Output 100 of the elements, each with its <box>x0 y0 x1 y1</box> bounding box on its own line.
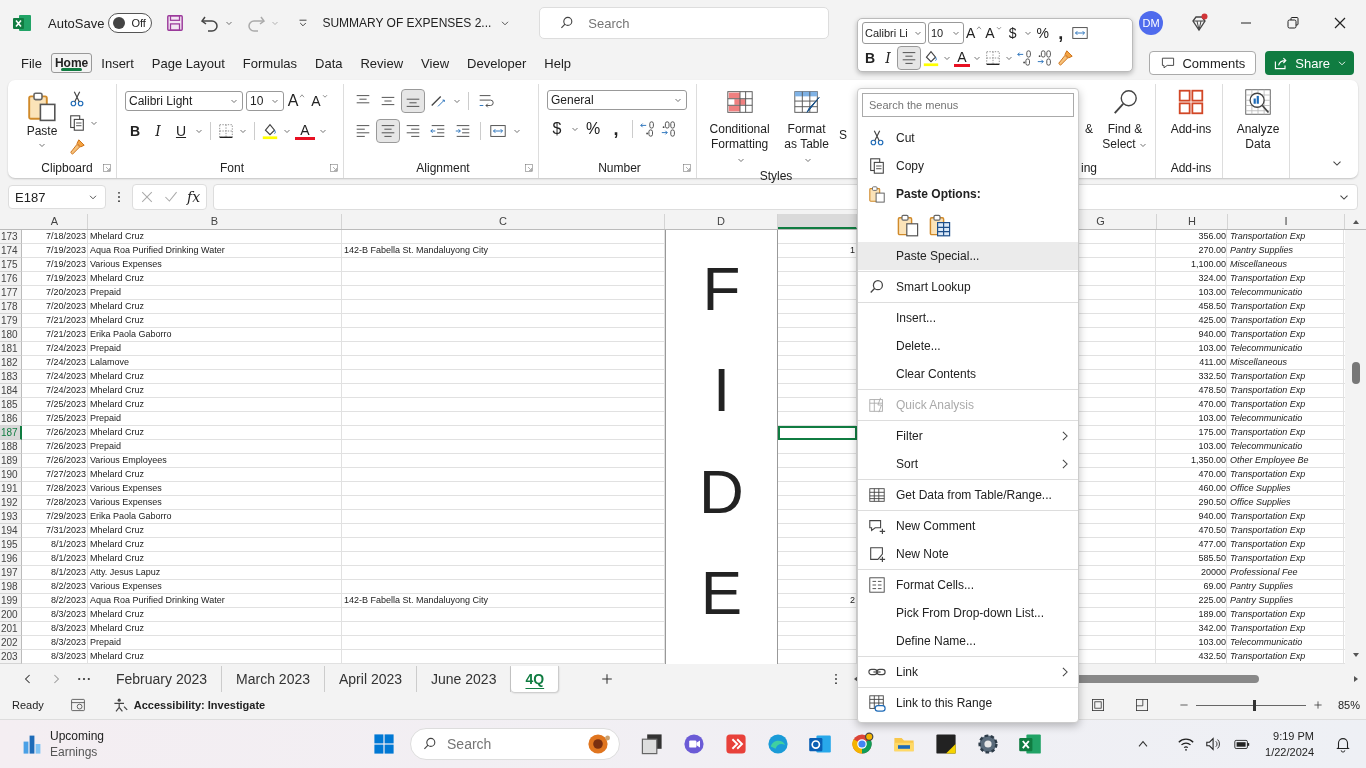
document-title[interactable]: SUMMARY OF EXPENSES 2... <box>322 16 512 30</box>
column-header[interactable] <box>778 214 857 229</box>
row-number[interactable]: 200 <box>0 608 22 622</box>
sheet-tab[interactable]: February 2023 <box>102 666 223 692</box>
decrease-decimal-icon[interactable] <box>660 120 678 138</box>
row-number[interactable]: 196 <box>0 552 22 566</box>
bold-button[interactable]: B <box>125 120 145 142</box>
column-header[interactable]: B <box>88 214 342 229</box>
row-number[interactable]: 202 <box>0 636 22 650</box>
share-button[interactable]: Share <box>1265 51 1354 75</box>
scroll-thumb[interactable] <box>1352 362 1360 384</box>
find-select-button[interactable]: Find & Select <box>1099 86 1151 152</box>
gear-icon[interactable] <box>976 732 1001 756</box>
spreadsheet-icon[interactable] <box>1018 732 1043 756</box>
sheet-tab[interactable]: March 2023 <box>222 666 325 692</box>
row-number[interactable]: 187 <box>0 426 22 440</box>
currency-button[interactable]: $ <box>547 118 567 140</box>
decrease-decimal-icon[interactable] <box>1036 49 1054 67</box>
clock-time[interactable]: 9:19 PM <box>1273 728 1314 744</box>
row-number[interactable]: 190 <box>0 468 22 482</box>
font-name-dropdown[interactable]: Calibri Li <box>862 22 926 44</box>
menu-item[interactable]: New Comment <box>858 512 1078 540</box>
row-number[interactable]: 194 <box>0 524 22 538</box>
menu-item[interactable]: Format Cells... <box>858 571 1078 599</box>
menu-item[interactable]: Cut <box>858 124 1078 152</box>
menu-item[interactable]: Link to this Range <box>858 689 1078 717</box>
row-number[interactable]: 173 <box>0 230 22 244</box>
menu-item[interactable]: Clear Contents <box>858 360 1078 388</box>
menu-search-field[interactable]: Search the menus <box>862 93 1074 117</box>
menu-item[interactable]: Filter <box>858 422 1078 450</box>
column-header[interactable]: H <box>1157 214 1228 229</box>
row-number[interactable]: 195 <box>0 538 22 552</box>
zoom-in-icon[interactable] <box>1311 699 1324 711</box>
ribbon-tab[interactable]: Review <box>351 49 413 77</box>
percent-button[interactable]: % <box>1034 22 1051 44</box>
paste-icon[interactable] <box>896 213 920 237</box>
menu-item[interactable]: New Note <box>858 540 1078 568</box>
ribbon-tab[interactable]: File <box>12 49 51 77</box>
overlapping-squares-icon[interactable] <box>640 732 665 756</box>
font-color-button[interactable]: A <box>954 49 970 67</box>
menu-item[interactable]: Copy <box>858 152 1078 180</box>
font-color-button[interactable]: A <box>295 122 315 140</box>
menu-item[interactable]: Define Name... <box>858 627 1078 655</box>
font-name-dropdown[interactable]: Calibri Light <box>125 91 243 111</box>
sheet-tab[interactable]: 4Q <box>511 666 560 692</box>
button-label[interactable]: S <box>839 127 847 142</box>
row-number[interactable]: 188 <box>0 440 22 454</box>
avatar[interactable]: DM <box>1139 11 1163 35</box>
accessibility-status[interactable]: Accessibility: Investigate <box>133 699 266 711</box>
ribbon-tab[interactable]: Page Layout <box>142 49 234 77</box>
decrease-font-button[interactable]: A <box>985 22 1003 44</box>
column-header[interactable]: I <box>1228 214 1345 229</box>
align-center-icon[interactable] <box>377 120 399 142</box>
row-number[interactable]: 184 <box>0 384 22 398</box>
currency-button[interactable]: $ <box>1004 22 1021 44</box>
insert-function-button[interactable]: fx <box>187 189 201 205</box>
row-number[interactable]: 185 <box>0 398 22 412</box>
scissors-icon[interactable] <box>68 90 86 108</box>
comma-style-button[interactable]: , <box>606 118 626 140</box>
row-number[interactable]: 175 <box>0 258 22 272</box>
ribbon-tab[interactable]: Insert <box>92 49 143 77</box>
analyze-data-button[interactable]: Analyze Data <box>1231 86 1285 152</box>
add-ins-button[interactable]: Add-ins <box>1164 86 1218 137</box>
ribbon-tab[interactable]: View <box>412 49 459 77</box>
clock-date[interactable]: 1/22/2024 <box>1265 744 1314 760</box>
sticky-note-icon[interactable] <box>934 732 959 756</box>
align-center-icon[interactable] <box>898 47 920 69</box>
ribbon-tab[interactable]: Help <box>535 49 581 77</box>
wifi-icon[interactable] <box>1177 735 1196 753</box>
sheet-tab[interactable]: April 2023 <box>325 666 418 692</box>
menu-item[interactable]: Link <box>858 658 1078 686</box>
row-number[interactable]: 183 <box>0 370 22 384</box>
row-number[interactable]: 191 <box>0 482 22 496</box>
row-number[interactable]: 199 <box>0 594 22 608</box>
row-number[interactable]: 174 <box>0 244 22 258</box>
macro-icon[interactable] <box>69 697 86 713</box>
row-number[interactable]: 192 <box>0 496 22 510</box>
column-header[interactable]: C <box>342 214 665 229</box>
fill-bucket-icon[interactable] <box>922 49 940 67</box>
menu-item[interactable]: Pick From Drop-down List... <box>858 599 1078 627</box>
number-format-dropdown[interactable]: General <box>547 90 687 110</box>
start-icon[interactable] <box>372 732 397 756</box>
row-number[interactable]: 201 <box>0 622 22 636</box>
zoom-level[interactable]: 85% <box>1337 699 1360 711</box>
merge-icon[interactable] <box>1070 24 1089 42</box>
menu-item[interactable]: Smart Lookup <box>858 273 1078 301</box>
search-field[interactable]: Search <box>539 7 830 39</box>
menu-item[interactable]: Delete... <box>858 332 1078 360</box>
row-number[interactable]: 177 <box>0 286 22 300</box>
bold-button[interactable]: B <box>862 47 878 69</box>
conditional-formatting-button[interactable]: Conditional Formatting <box>705 86 775 167</box>
percent-button[interactable]: % <box>583 118 603 140</box>
row-number[interactable]: 179 <box>0 314 22 328</box>
menu-item[interactable]: Get Data from Table/Range... <box>858 481 1078 509</box>
paste-button[interactable]: Paste <box>22 86 62 154</box>
increase-decimal-icon[interactable] <box>639 120 657 138</box>
widget-title[interactable]: Upcoming <box>50 728 105 744</box>
ribbon-tab[interactable]: Data <box>306 49 352 77</box>
align-bottom-icon[interactable] <box>402 90 424 112</box>
format-painter-icon[interactable] <box>68 138 86 156</box>
